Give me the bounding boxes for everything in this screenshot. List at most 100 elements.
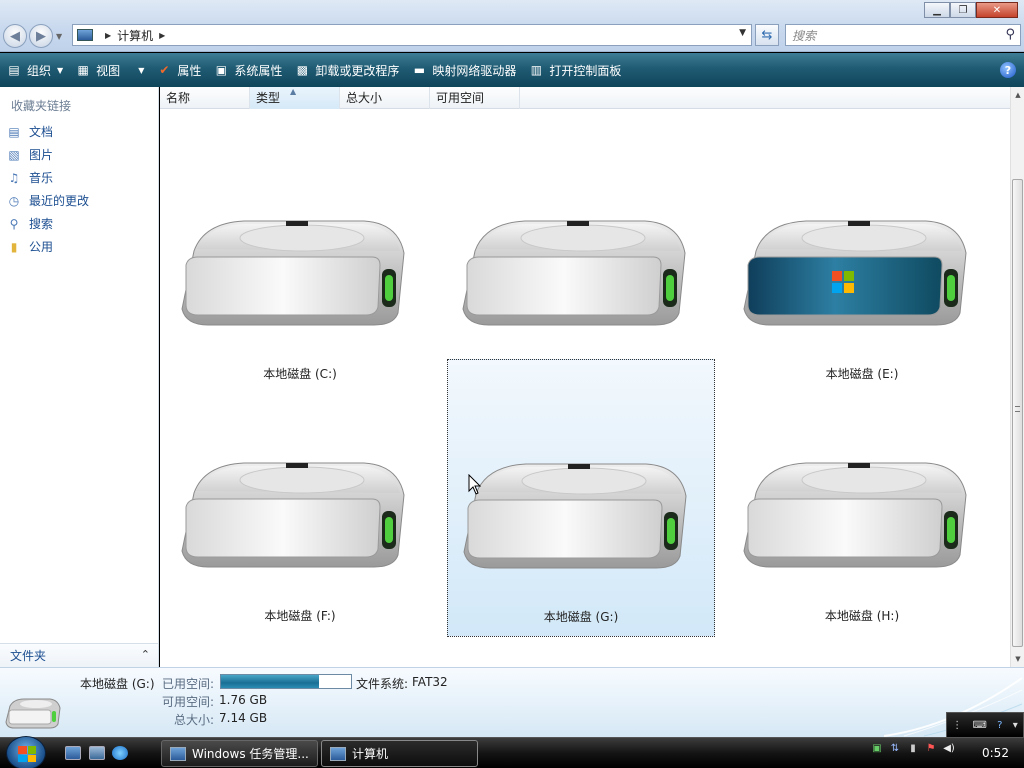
folders-toggle[interactable]: 文件夹 ⌃ (0, 643, 158, 667)
address-bar[interactable]: ▶ 计算机 ▶ ▼ (72, 24, 752, 46)
music-icon: ♫ (8, 170, 20, 185)
close-button[interactable]: ✕ (976, 2, 1018, 18)
system-properties-button[interactable]: ▣ 系统属性 (213, 58, 283, 82)
internet-explorer-icon[interactable] (112, 746, 128, 760)
drive-item[interactable]: 本地磁盘 (G:) (447, 359, 715, 637)
help-button[interactable]: ? (1000, 62, 1016, 78)
start-button[interactable] (6, 736, 46, 768)
drive-label: 本地磁盘 (G:) (543, 610, 619, 624)
hard-drive-icon (181, 462, 405, 568)
back-button[interactable]: ◀ (3, 24, 27, 48)
scroll-thumb[interactable] (1012, 179, 1023, 647)
total-size-value: 7.14 GB (219, 711, 268, 725)
drive-label: 本地磁盘 (H:) (824, 609, 900, 623)
refresh-icon: ⇆ (761, 27, 773, 43)
drive-item[interactable]: 本地磁盘 (F:) (166, 359, 434, 637)
column-header-name[interactable]: 名称 (160, 87, 250, 109)
usage-bar-fill (221, 675, 319, 688)
language-bar-menu-icon[interactable]: ▾ (1013, 720, 1018, 731)
switch-windows-icon[interactable] (89, 746, 105, 760)
organize-button[interactable]: ▤ 组织 ▼ (6, 58, 63, 82)
tray-security-alert-icon[interactable]: ⚑ (924, 743, 938, 757)
file-list: 名称 类型 ▲ 总大小 可用空间 本地磁盘 (C:) 本地磁盘 (E:) 本地磁… (160, 87, 1010, 667)
notification-area: ▣ ⇅ ▮ ⚑ ◀) (870, 743, 956, 757)
views-icon: ▦ (77, 63, 89, 77)
tray-network-icon[interactable]: ⇅ (888, 743, 902, 757)
details-pane: 本地磁盘 (G:) 已用空间: 文件系统: FAT32 可用空间: 1.76 G… (0, 667, 1024, 737)
open-control-panel-button[interactable]: ▥ 打开控制面板 (528, 58, 622, 82)
address-dropdown-icon[interactable]: ▼ (739, 28, 746, 38)
search-icon[interactable]: ⚲ (1005, 27, 1015, 42)
uninstall-icon: ▩ (296, 63, 309, 77)
sidebar-item-public[interactable]: ▮ 公用 (6, 238, 53, 255)
hard-drive-icon (463, 463, 687, 569)
search-input[interactable]: 搜索 ⚲ (785, 24, 1021, 46)
tray-monitor-icon[interactable]: ▣ (870, 743, 884, 757)
search-folder-icon: ⚲ (9, 216, 19, 231)
sidebar-item-music[interactable]: ♫ 音乐 (6, 169, 53, 186)
back-arrow-icon: ◀ (10, 28, 20, 44)
forward-arrow-icon: ▶ (36, 28, 46, 44)
hard-drive-icon (462, 220, 686, 326)
system-properties-label: 系统属性 (234, 63, 283, 78)
sidebar-item-search[interactable]: ⚲ 搜索 (6, 215, 53, 232)
task-manager-icon (170, 746, 186, 761)
restore-button[interactable]: ❐ (950, 2, 976, 18)
clock[interactable]: 0:52 (982, 746, 1009, 760)
scroll-down-arrow-icon[interactable]: ▼ (1011, 651, 1024, 667)
drive-item[interactable]: 本地磁盘 (H:) (728, 359, 996, 637)
taskbar-button-task-manager[interactable]: Windows 任务管理... (161, 740, 318, 767)
sidebar-item-pictures[interactable]: ▧ 图片 (6, 146, 53, 163)
taskbar: Windows 任务管理... 计算机 ▣ ⇅ ▮ ⚑ ◀) 0:52 (0, 736, 1024, 768)
minimize-button[interactable]: ▁ (924, 2, 950, 18)
views-button[interactable]: ▦ 视图 ▼ (75, 58, 145, 82)
show-desktop-icon[interactable] (65, 746, 81, 760)
public-folder-icon: ▮ (10, 239, 18, 254)
sidebar-item-documents[interactable]: ▤ 文档 (6, 123, 53, 140)
uninstall-program-label: 卸载或更改程序 (315, 63, 400, 78)
recent-changes-icon: ◷ (8, 193, 20, 208)
drive-item[interactable]: 本地磁盘 (D:) (447, 117, 715, 395)
column-header-type-label: 类型 (256, 91, 281, 105)
sidebar-item-label: 搜索 (29, 217, 54, 231)
title-bar: ▁ ❐ ✕ ◀ ▶ ▼ ▶ 计算机 ▶ ▼ ⇆ 搜索 ⚲ (0, 0, 1024, 52)
sidebar-item-label: 文档 (29, 125, 54, 139)
language-bar[interactable]: ⋮ ⌨ ? ▾ (946, 712, 1024, 738)
file-system-value: FAT32 (412, 675, 448, 689)
hard-drive-icon (743, 462, 967, 568)
column-header-total-size[interactable]: 总大小 (340, 87, 430, 109)
breadcrumb-separator-icon[interactable]: ▶ (105, 31, 111, 40)
recent-pages-dropdown[interactable]: ▼ (56, 32, 62, 41)
uninstall-program-button[interactable]: ▩ 卸载或更改程序 (294, 58, 400, 82)
command-bar: ▤ 组织 ▼ ▦ 视图 ▼ ✔ 属性 ▣ 系统属性 ▩ 卸载或更改程序 ▬ 映射… (0, 53, 1024, 87)
tray-power-icon[interactable]: ▮ (906, 743, 920, 757)
open-control-panel-label: 打开控制面板 (549, 63, 622, 78)
breadcrumb-separator-icon[interactable]: ▶ (159, 31, 165, 40)
drive-label: 本地磁盘 (F:) (264, 609, 336, 623)
window-controls: ▁ ❐ ✕ (924, 2, 1018, 18)
vertical-scrollbar[interactable]: ▲ ▼ (1010, 87, 1024, 667)
keyboard-icon[interactable]: ⌨ (972, 720, 986, 731)
sidebar-item-label: 图片 (29, 148, 54, 162)
breadcrumb-computer[interactable]: 计算机 (117, 27, 153, 44)
sort-arrow-icon: ▲ (290, 87, 297, 96)
help-icon[interactable]: ? (997, 720, 1002, 731)
tray-volume-icon[interactable]: ◀) (942, 743, 956, 757)
sidebar-item-recent-changes[interactable]: ◷ 最近的更改 (6, 192, 89, 209)
drive-item[interactable]: 本地磁盘 (E:) (728, 117, 996, 395)
sidebar-item-label: 公用 (29, 240, 54, 254)
taskbar-button-computer[interactable]: 计算机 (321, 740, 478, 767)
map-network-drive-button[interactable]: ▬ 映射网络驱动器 (411, 58, 517, 82)
selected-item-name: 本地磁盘 (G:) (80, 677, 155, 691)
column-header-free-space[interactable]: 可用空间 (430, 87, 520, 109)
forward-button[interactable]: ▶ (29, 24, 53, 48)
windows-logo-icon (18, 746, 36, 762)
drive-item[interactable]: 本地磁盘 (C:) (166, 117, 434, 395)
scroll-up-arrow-icon[interactable]: ▲ (1011, 87, 1024, 103)
refresh-button[interactable]: ⇆ (755, 24, 779, 46)
sidebar-item-label: 最近的更改 (29, 194, 90, 208)
properties-button[interactable]: ✔ 属性 (156, 58, 201, 82)
column-header-type[interactable]: 类型 ▲ (250, 87, 340, 109)
file-system-label: 文件系统: (356, 677, 409, 691)
help-icon: ? (1004, 63, 1012, 77)
